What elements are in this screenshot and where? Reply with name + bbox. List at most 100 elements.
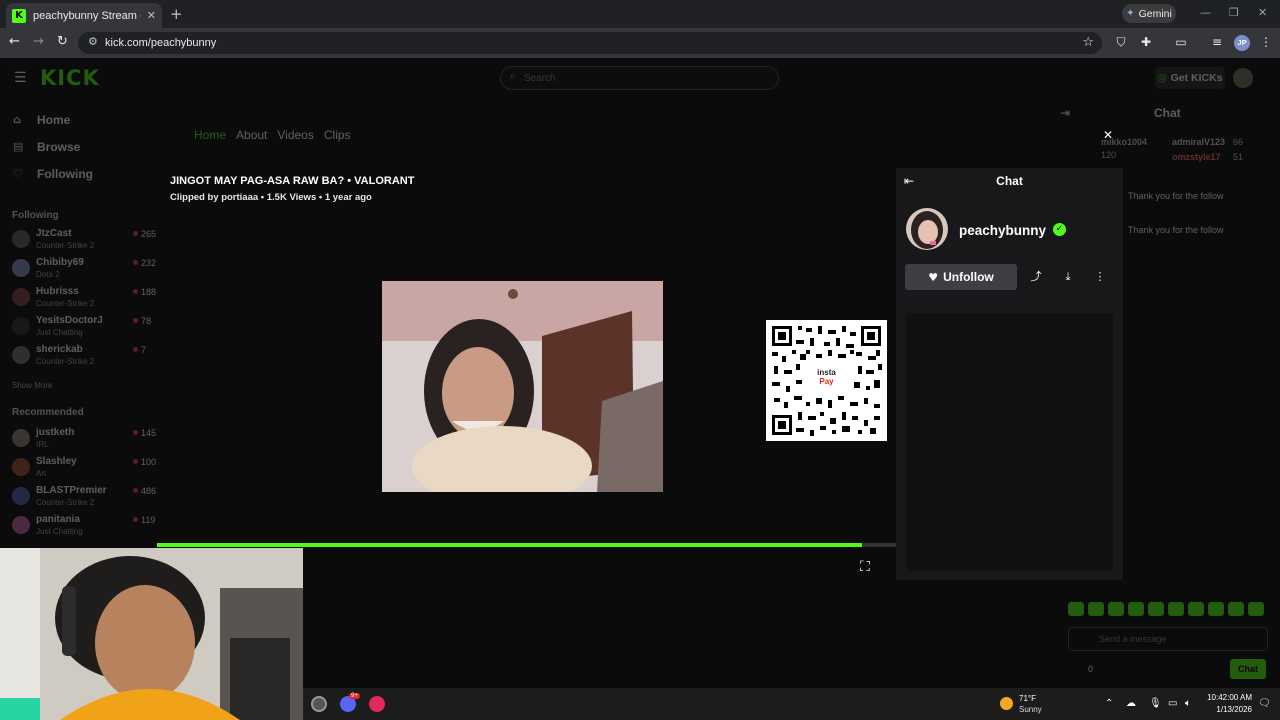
emote-icon[interactable]	[1248, 602, 1264, 616]
tray-overflow-icon[interactable]: ⌃	[1105, 698, 1113, 709]
profile-avatar[interactable]: JP	[1234, 35, 1250, 51]
network-app-icon[interactable]: ☁	[1126, 698, 1136, 709]
media-player-app-icon[interactable]	[369, 696, 385, 712]
menu-hamburger-icon[interactable]: ☰	[14, 70, 27, 86]
emote-icon[interactable]	[1188, 602, 1204, 616]
channel-name: BLASTPremier	[36, 485, 107, 496]
streamer-name[interactable]: peachybunny	[959, 223, 1046, 238]
channel-game: Counter-Strike 2	[36, 357, 95, 366]
emote-icon[interactable]	[1088, 602, 1104, 616]
channel-game: Just Chatting	[36, 527, 83, 536]
close-window-icon[interactable]: ✕	[1258, 6, 1267, 19]
top-user[interactable]: admiralV123	[1172, 137, 1225, 147]
share-icon[interactable]: ⤴	[1023, 264, 1049, 290]
emote-icon[interactable]	[1128, 602, 1144, 616]
avatar	[12, 288, 30, 306]
instapay-logo: insta Pay	[811, 368, 842, 390]
clock-time[interactable]: 10:42:00 AM	[1202, 693, 1252, 702]
tab-home[interactable]: Home	[194, 128, 226, 142]
cast-icon[interactable]: ▭	[1174, 35, 1188, 49]
weather-desc[interactable]: Sunny	[1019, 705, 1042, 714]
close-modal-icon[interactable]: ✕	[1103, 128, 1113, 142]
bookmark-star-icon[interactable]: ☆	[1082, 35, 1094, 50]
chat-message: Thank you for the follow	[1128, 225, 1224, 235]
unfollow-button[interactable]: ♥ Unfollow	[905, 264, 1017, 290]
sidebar-item-following[interactable]: ♡ Following	[0, 160, 160, 187]
emote-icon[interactable]	[1208, 602, 1224, 616]
viewer-count: 486	[133, 486, 156, 496]
browser-menu-icon[interactable]: ⋮	[1259, 35, 1273, 49]
top-user[interactable]: omzstyle17	[1172, 152, 1221, 162]
avatar	[12, 346, 30, 364]
gemini-button[interactable]: ✦ Gemini	[1122, 4, 1176, 23]
download-icon[interactable]: ⤓	[1055, 264, 1081, 290]
get-kicks-button[interactable]: ◎ Get KICKs	[1155, 67, 1225, 89]
more-options-icon[interactable]: ⋮	[1087, 264, 1113, 290]
channel-item[interactable]: justketh IRL 145	[0, 425, 160, 454]
channel-item[interactable]: YesitsDoctorJ Just Chatting 78	[0, 313, 160, 342]
minimize-icon[interactable]: —	[1200, 6, 1211, 19]
channel-item[interactable]: Hubrisss Counter-Strike 2 188	[0, 284, 160, 313]
restore-icon[interactable]: ❐	[1229, 6, 1239, 19]
tab-videos[interactable]: Videos	[277, 128, 313, 142]
top-user-count: 120	[1101, 150, 1117, 160]
new-tab-button[interactable]: +	[170, 5, 183, 23]
channel-item[interactable]: BLASTPremier Counter-Strike 2 486	[0, 483, 160, 512]
channel-item[interactable]: sherickab Counter-Strike 2 7	[0, 342, 160, 371]
fullscreen-icon[interactable]: ⛶	[860, 559, 870, 575]
channel-game: Dota 2	[36, 270, 60, 279]
reload-icon[interactable]: ↻	[57, 34, 68, 49]
tab-clips[interactable]: Clips	[324, 128, 351, 142]
back-icon[interactable]: ←	[9, 34, 20, 49]
user-avatar[interactable]	[1233, 68, 1253, 88]
sun-icon[interactable]	[1000, 697, 1013, 710]
streamer-avatar[interactable]	[906, 208, 948, 250]
emote-icon[interactable]	[1068, 602, 1084, 616]
address-bar[interactable]: ⚙ kick.com/peachybunny ☆	[78, 32, 1102, 54]
chat-send-button[interactable]: Chat	[1230, 659, 1266, 679]
emote-icon[interactable]	[1228, 602, 1244, 616]
show-more-link[interactable]: Show More	[12, 381, 52, 390]
emote-bar	[1068, 602, 1264, 616]
shield-extension-icon[interactable]: ⛉	[1114, 35, 1128, 49]
volume-icon[interactable]: 🔈︎	[1185, 698, 1191, 709]
channel-name: panitania	[36, 514, 80, 525]
obs-app-icon[interactable]	[311, 696, 327, 712]
browser-tab[interactable]: K peachybunny Stream - Watch Live ✕	[6, 3, 162, 28]
tab-about[interactable]: About	[236, 128, 267, 142]
media-controls-icon[interactable]: ≡	[1210, 35, 1224, 49]
channel-name: Chibiby69	[36, 257, 84, 268]
close-tab-icon[interactable]: ✕	[147, 9, 156, 22]
viewer-count: 78	[133, 316, 151, 326]
channel-item[interactable]: JtzCast Counter-Strike 2 265	[0, 226, 160, 255]
streamer-chat-panel: ⇤ Chat peachybunny ✓ ♥ Unfollow ⤴ ⤓ ⋮	[896, 168, 1123, 580]
forward-icon[interactable]: →	[33, 34, 44, 49]
sidebar-item-browse[interactable]: ▤ Browse	[0, 133, 160, 160]
search-icon: ⌕	[510, 71, 516, 82]
channel-name: JtzCast	[36, 228, 72, 239]
emote-icon[interactable]	[1108, 602, 1124, 616]
sidebar-item-label: Home	[37, 112, 71, 127]
avatar	[12, 516, 30, 534]
clip-video[interactable]	[382, 281, 663, 492]
video-progress-bar[interactable]	[157, 543, 896, 547]
url-text[interactable]: kick.com/peachybunny	[105, 37, 216, 49]
channel-item[interactable]: panitania Just Chatting 119	[0, 512, 160, 541]
emote-icon[interactable]	[1168, 602, 1184, 616]
chat-message-input[interactable]: Send a message	[1068, 627, 1268, 651]
display-icon[interactable]: ▭	[1168, 698, 1177, 709]
collapse-chat-icon[interactable]: ⇥	[1060, 106, 1070, 120]
sidebar-item-label: Following	[37, 166, 93, 181]
site-info-icon[interactable]: ⚙	[88, 35, 98, 48]
extensions-icon[interactable]: ✚	[1139, 35, 1153, 49]
channel-item[interactable]: Chibiby69 Dota 2 232	[0, 255, 160, 284]
emote-icon[interactable]	[1148, 602, 1164, 616]
kick-logo[interactable]: KICK	[40, 66, 100, 90]
search-input[interactable]: ⌕ Search	[500, 66, 779, 90]
notification-icon[interactable]: 🗨︎	[1258, 698, 1271, 709]
sidebar-item-home[interactable]: ⌂ Home	[0, 106, 160, 133]
microphone-icon[interactable]: 🎙︎	[1149, 698, 1162, 709]
clock-date[interactable]: 1/13/2026	[1202, 705, 1252, 714]
weather-temp[interactable]: 71°F	[1019, 694, 1036, 703]
channel-item[interactable]: Slashley Art 100	[0, 454, 160, 483]
